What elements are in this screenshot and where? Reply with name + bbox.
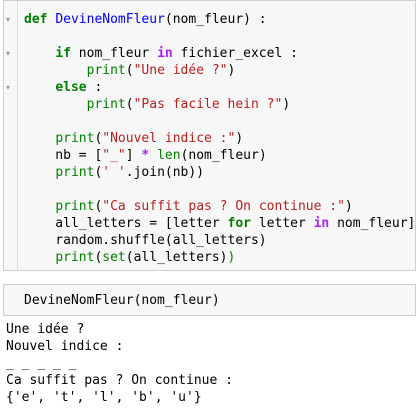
fold-arrow-icon[interactable]: ▾: [6, 15, 15, 24]
code-line: print(' '.join(nb)): [24, 164, 415, 181]
output-line: Ca suffit pas ? On continue :: [6, 373, 233, 388]
code-token: print: [55, 131, 95, 146]
code-token: (nom_fleur) :: [164, 12, 267, 27]
code-token: (: [125, 97, 134, 112]
code-token: (all_letters): [125, 250, 228, 265]
code-token: ' ': [102, 165, 126, 180]
code-token: nb = [: [24, 148, 103, 163]
code-token: "Une idée ?": [133, 63, 228, 78]
code-token: print: [86, 63, 126, 78]
code-line: DevineNomFleur(nom_fleur): [24, 293, 220, 308]
code-token: :: [86, 80, 103, 95]
code-token: if: [55, 46, 71, 61]
code-token: print: [86, 97, 126, 112]
code-token: .join(nb)): [125, 165, 205, 180]
output-line: Une idée ?: [6, 322, 85, 337]
code-token: def: [24, 12, 56, 27]
code-line: nb = ["_"] * len(nom_fleur): [24, 147, 415, 164]
code-line: random.shuffle(all_letters): [24, 232, 415, 249]
code-token: ): [227, 250, 236, 265]
code-token: else: [55, 80, 87, 95]
code-token: letter: [250, 216, 314, 231]
code-line: if nom_fleur in fichier_excel :: [24, 45, 415, 62]
code-token: ): [344, 199, 353, 214]
code-token: ): [227, 63, 236, 78]
fold-gutter: ▾ ▾ ▾: [4, 1, 18, 270]
code-token: (nom_fleur): [180, 148, 267, 163]
code-token: print: [55, 199, 95, 214]
code-line: print("Une idée ?"): [24, 62, 415, 79]
code-editor[interactable]: def DevineNomFleur(nom_fleur) : if nom_f…: [24, 11, 415, 266]
code-token: "Ca suffit pas ? On continue :": [102, 199, 345, 214]
code-cell-2[interactable]: DevineNomFleur(nom_fleur): [3, 284, 416, 316]
code-cell-1[interactable]: ▾ ▾ ▾ def DevineNomFleur(nom_fleur) : if…: [3, 0, 416, 271]
output-line: {'e', 't', 'l', 'b', 'u'}: [6, 390, 202, 405]
code-token: in: [313, 216, 330, 231]
code-token: set: [102, 250, 126, 265]
code-token: nom_fleur]: [329, 216, 416, 231]
code-token: len: [157, 148, 181, 163]
code-token: random.shuffle(all_letters): [24, 233, 267, 248]
code-token: ]: [125, 148, 142, 163]
code-token: print: [55, 250, 95, 265]
code-line: def DevineNomFleur(nom_fleur) :: [24, 11, 415, 28]
fold-arrow-icon[interactable]: ▾: [6, 83, 15, 92]
code-token: "Pas facile hein ?": [133, 97, 283, 112]
cell-output: Une idée ? Nouvel indice : _ _ _ _ _ Ca …: [6, 321, 414, 406]
code-token: all_letters = [letter: [24, 216, 228, 231]
code-line: print("Pas facile hein ?"): [24, 96, 415, 113]
code-line: print("Ca suffit pas ? On continue :"): [24, 198, 415, 215]
code-token: nom_fleur: [70, 46, 158, 61]
code-line: else :: [24, 79, 415, 96]
code-token: "Nouvel indice :": [102, 131, 236, 146]
code-token: for: [227, 216, 251, 231]
code-token: in: [157, 46, 173, 61]
code-token: print: [55, 165, 95, 180]
code-token: (: [125, 63, 134, 78]
output-line: Nouvel indice :: [6, 339, 124, 354]
code-line: print("Nouvel indice :"): [24, 130, 415, 147]
code-token: ): [282, 97, 291, 112]
code-token: "_": [102, 148, 126, 163]
output-line: _ _ _ _ _: [6, 356, 77, 371]
fold-arrow-icon[interactable]: ▾: [6, 49, 15, 58]
code-line: all_letters = [letter for letter in nom_…: [24, 215, 415, 232]
code-token: DevineNomFleur: [55, 12, 165, 27]
code-token: ): [235, 131, 244, 146]
code-token: fichier_excel :: [172, 46, 298, 61]
code-line: print(set(all_letters)): [24, 249, 415, 266]
